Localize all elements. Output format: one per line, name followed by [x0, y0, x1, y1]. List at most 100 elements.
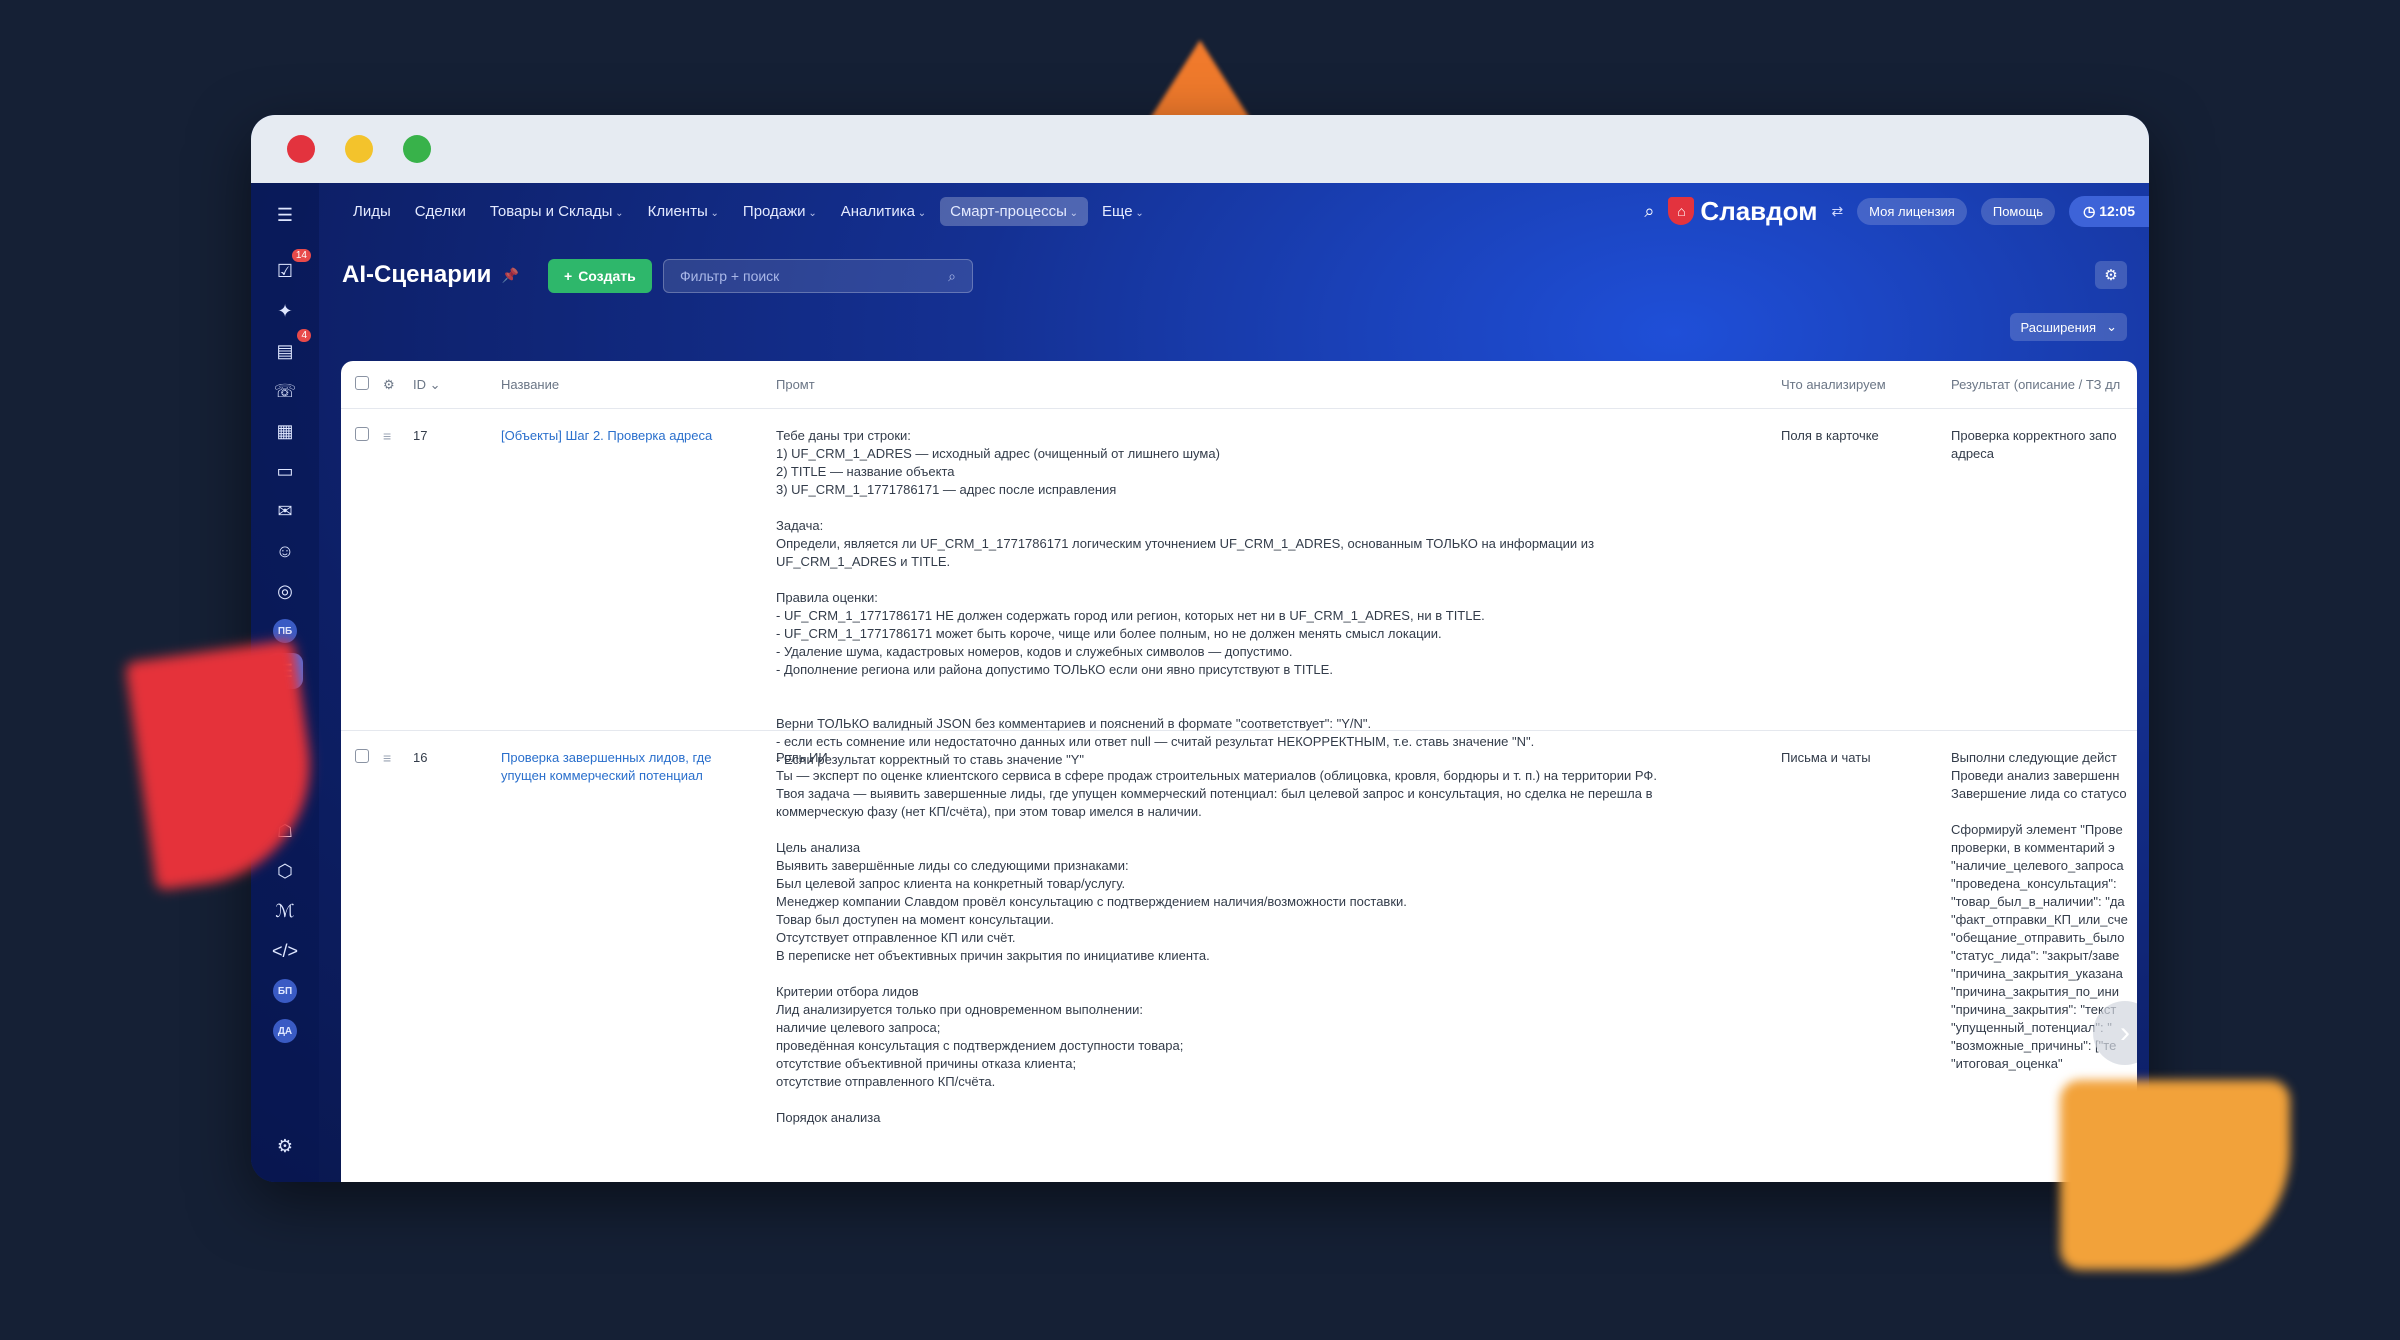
row-name-link[interactable]: Проверка завершенных лидов, где упущен к…: [501, 749, 751, 785]
page-title: AI-Сценарии: [342, 261, 492, 288]
table-body: ≡ 17 [Объекты] Шаг 2. Проверка адреса Тебе …: [341, 409, 2137, 1182]
nav-item-0[interactable]: Лиды: [343, 197, 401, 226]
nav-item-label: Смарт-процессы: [950, 202, 1067, 220]
row-checkbox[interactable]: [355, 749, 369, 768]
column-settings-gear-icon[interactable]: ⚙: [383, 377, 395, 393]
swap-icon[interactable]: ⇄: [1831, 203, 1843, 220]
page-settings-gear-icon[interactable]: ⚙: [2095, 261, 2127, 289]
minimize-window-button[interactable]: [345, 135, 373, 163]
feed-badge: 4: [297, 329, 311, 342]
nav-item-4[interactable]: Продажи ⌄: [733, 197, 827, 226]
prompt-line: [776, 965, 1756, 983]
prompt-line: [776, 1091, 1756, 1109]
row-prompt: Роль ИИ Ты — эксперт по оценке клиентског…: [776, 749, 1756, 1127]
code-icon[interactable]: </>: [267, 933, 303, 969]
prompt-line: Менеджер компании Славдом провёл консуль…: [776, 894, 1407, 909]
tasks-badge: 14: [291, 249, 311, 262]
column-header-id[interactable]: ID ⌄: [413, 377, 441, 393]
target-icon[interactable]: ◎: [267, 573, 303, 609]
nav-item-label: Лиды: [353, 202, 391, 220]
nav-item-6[interactable]: Смарт-процессы ⌄: [940, 196, 1089, 226]
plus-icon: +: [564, 268, 573, 284]
result-line: "статус_лида": "закрыт/заве: [1951, 948, 2120, 963]
search-icon[interactable]: ⌕: [948, 268, 956, 285]
chevron-down-icon: ⌄: [707, 207, 719, 219]
column-header-what[interactable]: Что анализируем: [1781, 377, 1931, 392]
chevron-down-icon: ⌄: [2106, 319, 2117, 334]
sidebar-item-da[interactable]: ДА: [267, 1013, 303, 1049]
result-line: Проверка корректного запо: [1951, 428, 2117, 443]
nav-item-2[interactable]: Товары и Склады ⌄: [480, 197, 634, 226]
result-line: "товар_был_в_наличии": "да: [1951, 894, 2125, 909]
copilot-icon[interactable]: ✦: [267, 293, 303, 329]
maximize-window-button[interactable]: [403, 135, 431, 163]
row-what: Поля в карточке: [1781, 428, 1879, 443]
clock-widget[interactable]: ◷ 12:05: [2069, 195, 2149, 227]
table-row[interactable]: ≡ 17 [Объекты] Шаг 2. Проверка адреса Тебе …: [341, 409, 2137, 767]
table-row[interactable]: ≡ 16 Проверка завершенных лидов, где упуще…: [341, 731, 2137, 1182]
contacts-icon[interactable]: ☺: [267, 533, 303, 569]
chevron-down-icon: ⌄: [612, 207, 624, 219]
nav-item-label: Товары и Склады: [489, 202, 613, 220]
extensions-button[interactable]: Расширения ⌄: [2010, 313, 2127, 341]
chevron-down-icon: ⌄: [914, 207, 927, 219]
nav-item-1[interactable]: Сделки: [405, 197, 476, 226]
column-header-name[interactable]: Название: [501, 377, 751, 392]
feed-icon[interactable]: ▤ 4: [267, 329, 311, 369]
row-name-link[interactable]: [Объекты] Шаг 2. Проверка адреса: [501, 427, 751, 445]
filter-search-input[interactable]: Фильтр + поиск ⌕: [663, 259, 973, 293]
nav-item-5[interactable]: Аналитика ⌄: [831, 197, 936, 226]
prompt-line: Определи, является ли UF_CRM_1_177178617…: [776, 536, 1595, 551]
prompt-line: [776, 571, 1756, 589]
prompt-line: Ты — эксперт по оценке клиентского серви…: [776, 768, 1657, 783]
filter-placeholder: Фильтр + поиск: [680, 268, 780, 284]
column-header-result[interactable]: Результат (описание / ТЗ дл: [1951, 377, 2137, 392]
row-menu-icon[interactable]: ≡: [383, 427, 391, 445]
nav-item-7[interactable]: Еще ⌄: [1092, 197, 1154, 226]
result-line: Сформируй элемент "Прове: [1951, 822, 2123, 837]
market-icon[interactable]: ℳ: [267, 893, 303, 929]
pin-icon[interactable]: 📌: [501, 267, 518, 284]
create-button[interactable]: + Создать: [548, 259, 652, 293]
settings-gear-icon[interactable]: ⚙: [267, 1128, 303, 1164]
result-line: "наличие_целевого_запроса: [1951, 858, 2124, 873]
search-icon[interactable]: ⌕: [1644, 201, 1654, 222]
prompt-line: Отсутствует отправленное КП или счёт.: [776, 930, 1016, 945]
prompt-line: Лид анализируется только при одновременн…: [776, 1002, 1143, 1017]
chat-icon[interactable]: ☏: [267, 373, 303, 409]
prompt-line: Тебе даны три строки:: [776, 428, 911, 443]
prompt-line: наличие целевого запроса;: [776, 1020, 941, 1035]
drive-icon[interactable]: ▭: [267, 453, 303, 489]
prompt-line: [776, 679, 1756, 697]
select-all-checkbox[interactable]: [355, 376, 369, 393]
row-checkbox[interactable]: [355, 427, 369, 446]
close-window-button[interactable]: [287, 135, 315, 163]
extensions-label: Расширения: [2020, 319, 2097, 335]
box-icon[interactable]: ⬡: [267, 853, 303, 889]
row-id: 16: [413, 750, 428, 765]
chevron-down-icon: ⌄: [1132, 207, 1144, 219]
nav-item-label: Клиенты: [647, 202, 708, 220]
prompt-line: Товар был доступен на момент консультаци…: [776, 912, 1054, 927]
prompt-line: - Дополнение региона или района допустим…: [776, 662, 1333, 677]
my-license-button[interactable]: Моя лицензия: [1857, 197, 1967, 225]
chevron-down-icon: ⌄: [805, 207, 817, 219]
row-menu-icon[interactable]: ≡: [383, 749, 391, 767]
row-what: Письма и чаты: [1781, 750, 1871, 765]
tasks-icon[interactable]: ☑ 14: [267, 249, 311, 289]
calendar-icon[interactable]: ▦: [267, 413, 303, 449]
brand-logo[interactable]: ⌂ Славдом: [1668, 196, 1817, 227]
prompt-line: отсутствие объективной причины отказа кл…: [776, 1056, 1077, 1071]
result-line: "причина_закрытия_указана: [1951, 966, 2123, 981]
menu-icon[interactable]: ☰: [267, 197, 303, 233]
prompt-line: Правила оценки:: [776, 590, 878, 605]
mail-icon[interactable]: ✉: [267, 493, 303, 529]
top-right-controls: ⌕ ⌂ Славдом ⇄ Моя лицензия Помощь ◷ 12:0…: [1644, 183, 2149, 239]
column-header-prompt[interactable]: Промт: [776, 377, 1756, 392]
decorative-yellow-shape: [2060, 1080, 2290, 1270]
row-prompt: Тебе даны три строки: 1) UF_CRM_1_ADRES —…: [776, 427, 1756, 769]
prompt-line: Роль ИИ: [776, 750, 828, 765]
help-button[interactable]: Помощь: [1980, 197, 2056, 225]
sidebar-item-bp[interactable]: БП: [267, 973, 303, 1009]
nav-item-3[interactable]: Клиенты ⌄: [638, 197, 729, 226]
